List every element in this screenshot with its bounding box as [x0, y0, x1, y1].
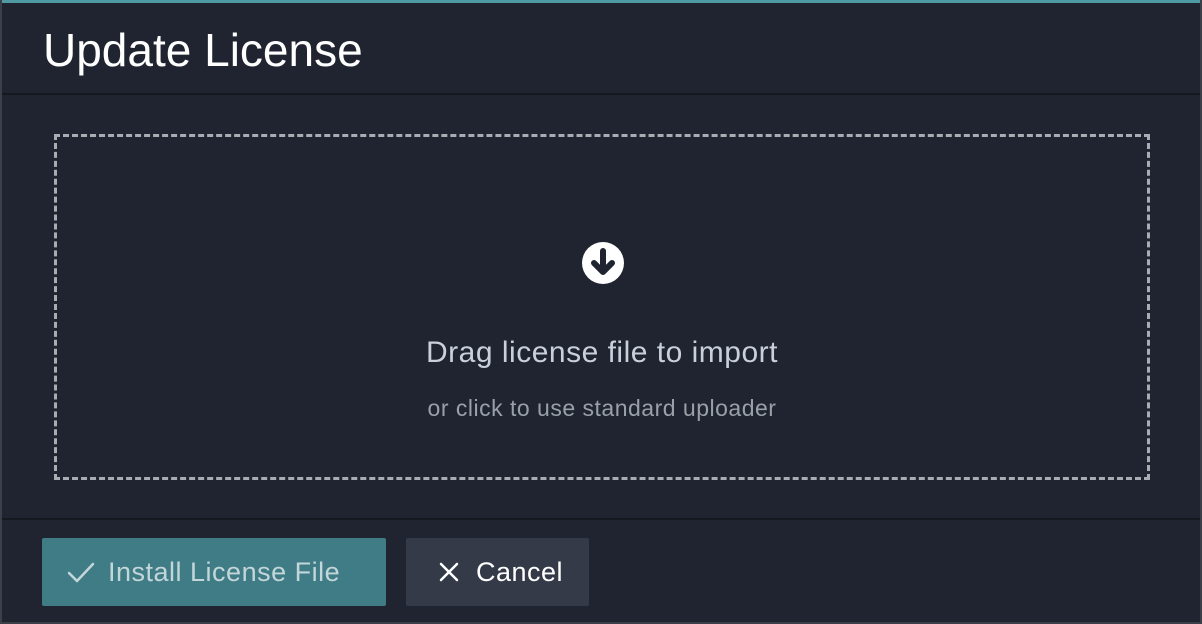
- install-license-button[interactable]: Install License File: [42, 538, 386, 606]
- dialog-title: Update License: [43, 24, 363, 76]
- dropzone-title: Drag license file to import: [426, 336, 778, 369]
- cancel-button[interactable]: Cancel: [406, 538, 589, 606]
- dropzone-subtitle: or click to use standard uploader: [427, 395, 777, 421]
- update-license-dialog: Update License Drag license file to impo…: [0, 0, 1202, 624]
- dialog-footer: Install License File Cancel: [2, 518, 1200, 622]
- dialog-header: Update License: [2, 3, 1200, 95]
- license-dropzone[interactable]: Drag license file to import or click to …: [54, 134, 1150, 480]
- install-button-label: Install License File: [108, 556, 341, 587]
- cancel-button-label: Cancel: [476, 556, 564, 587]
- close-icon: [439, 562, 459, 582]
- checkmark-icon: [67, 562, 95, 583]
- arrow-down-circle-icon: [582, 242, 624, 284]
